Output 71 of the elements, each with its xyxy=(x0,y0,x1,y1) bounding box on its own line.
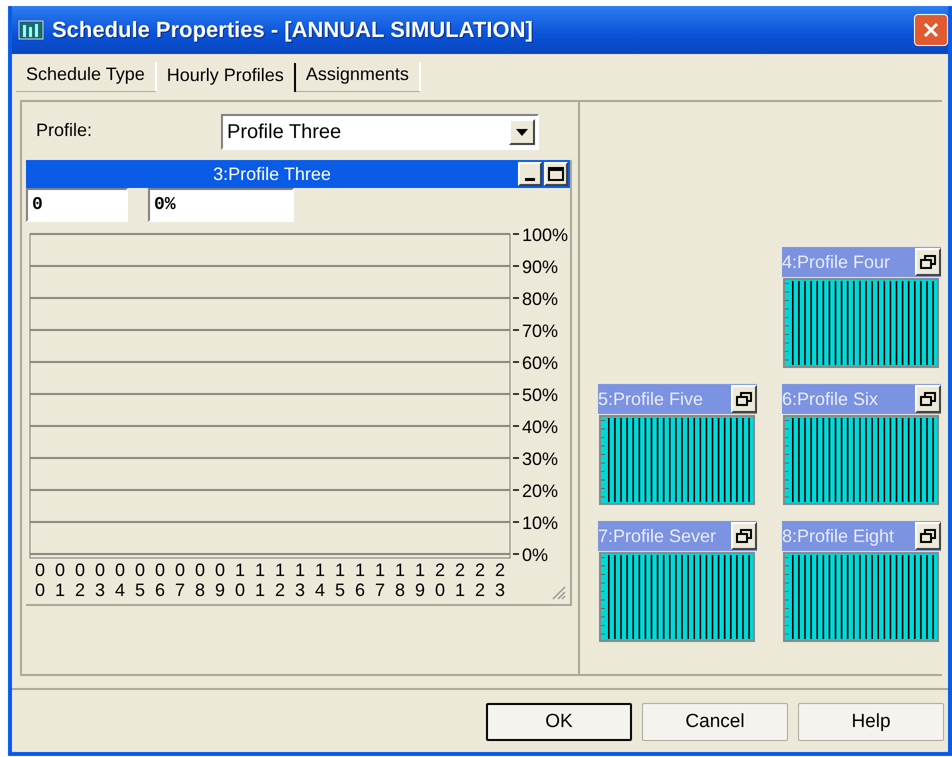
restore-icon xyxy=(920,255,936,269)
x-tick-label: 13 xyxy=(295,560,305,600)
caret-icon xyxy=(516,128,528,136)
x-tick-label: 22 xyxy=(475,560,485,600)
dropdown-button[interactable] xyxy=(509,119,535,145)
field-label: Profile: xyxy=(35,119,94,141)
x-tick-label: 16 xyxy=(355,560,365,600)
tab[interactable]: Schedule Type xyxy=(16,62,157,92)
profile-dropdown[interactable]: Profile Three xyxy=(221,114,539,150)
restore-icon xyxy=(736,392,752,406)
minimize-icon xyxy=(525,178,535,180)
y-tick-label: 90% xyxy=(522,257,558,277)
y-tick-label: 60% xyxy=(522,353,558,373)
dialog-button[interactable]: OK xyxy=(486,703,632,741)
x-tick-label: 10 xyxy=(235,560,245,600)
x-tick-label: 14 xyxy=(315,560,325,600)
window-title: Schedule Properties - [ANNUAL SIMULATION] xyxy=(52,17,534,43)
mini-window-title: 4:Profile Four xyxy=(782,252,892,272)
x-tick-label: 19 xyxy=(415,560,425,600)
chart-app-icon xyxy=(18,19,44,41)
y-tick-label: 30% xyxy=(522,449,558,469)
y-tick-label: 20% xyxy=(522,481,558,501)
maximize-button[interactable] xyxy=(544,162,568,186)
close-button[interactable] xyxy=(914,14,948,46)
mini-window-title: 5:Profile Five xyxy=(598,388,704,410)
minimize-button[interactable] xyxy=(518,162,542,186)
restore-button[interactable] xyxy=(731,522,757,550)
dialog-button[interactable]: Cancel xyxy=(642,703,788,741)
y-tick-label: 80% xyxy=(522,289,558,309)
restore-icon xyxy=(920,392,936,406)
x-tick-label: 08 xyxy=(195,560,205,600)
y-tick-label: 10% xyxy=(522,513,558,533)
x-tick-label: 03 xyxy=(95,560,105,600)
x-tick-label: 15 xyxy=(335,560,345,600)
hour-field[interactable]: 0 xyxy=(26,188,128,222)
restore-button[interactable] xyxy=(731,385,757,413)
x-tick-label: 00 xyxy=(35,560,45,600)
dialog-button[interactable]: Help xyxy=(798,703,944,741)
restore-icon xyxy=(920,529,936,543)
x-tick-label: 12 xyxy=(275,560,285,600)
restore-button[interactable] xyxy=(915,385,941,413)
mini-window-title: 8:Profile Eight xyxy=(782,526,896,546)
x-tick-label: 11 xyxy=(255,560,265,600)
percent-field[interactable]: 0% xyxy=(148,188,294,222)
x-tick-label: 06 xyxy=(155,560,165,600)
profile-window-title: 3:Profile Three xyxy=(212,164,332,184)
resize-grip-icon[interactable] xyxy=(550,584,566,600)
y-tick-label: 100% xyxy=(522,225,568,245)
restore-button[interactable] xyxy=(915,248,941,276)
mini-window-title: 6:Profile Six xyxy=(782,388,880,410)
maximize-icon xyxy=(548,167,564,181)
y-tick-label: 70% xyxy=(522,321,558,341)
restore-button[interactable] xyxy=(915,522,941,550)
x-tick-label: 01 xyxy=(55,560,65,600)
y-tick-label: 0% xyxy=(522,545,548,565)
y-tick-label: 50% xyxy=(522,385,558,405)
x-tick-label: 17 xyxy=(375,560,385,600)
y-tick-label: 40% xyxy=(522,417,558,437)
mini-window-title: 7:Profile Sever xyxy=(598,526,718,546)
x-tick-label: 05 xyxy=(135,560,145,600)
x-tick-label: 04 xyxy=(115,560,125,600)
x-tick-label: 02 xyxy=(75,560,85,600)
x-tick-label: 23 xyxy=(495,560,505,600)
x-tick-label: 20 xyxy=(435,560,445,600)
close-icon xyxy=(922,21,940,39)
x-tick-label: 18 xyxy=(395,560,405,600)
restore-icon xyxy=(736,529,752,543)
tab[interactable]: Assignments xyxy=(296,62,421,92)
x-tick-label: 09 xyxy=(215,560,225,600)
x-tick-label: 07 xyxy=(175,560,185,600)
x-tick-label: 21 xyxy=(455,560,465,600)
